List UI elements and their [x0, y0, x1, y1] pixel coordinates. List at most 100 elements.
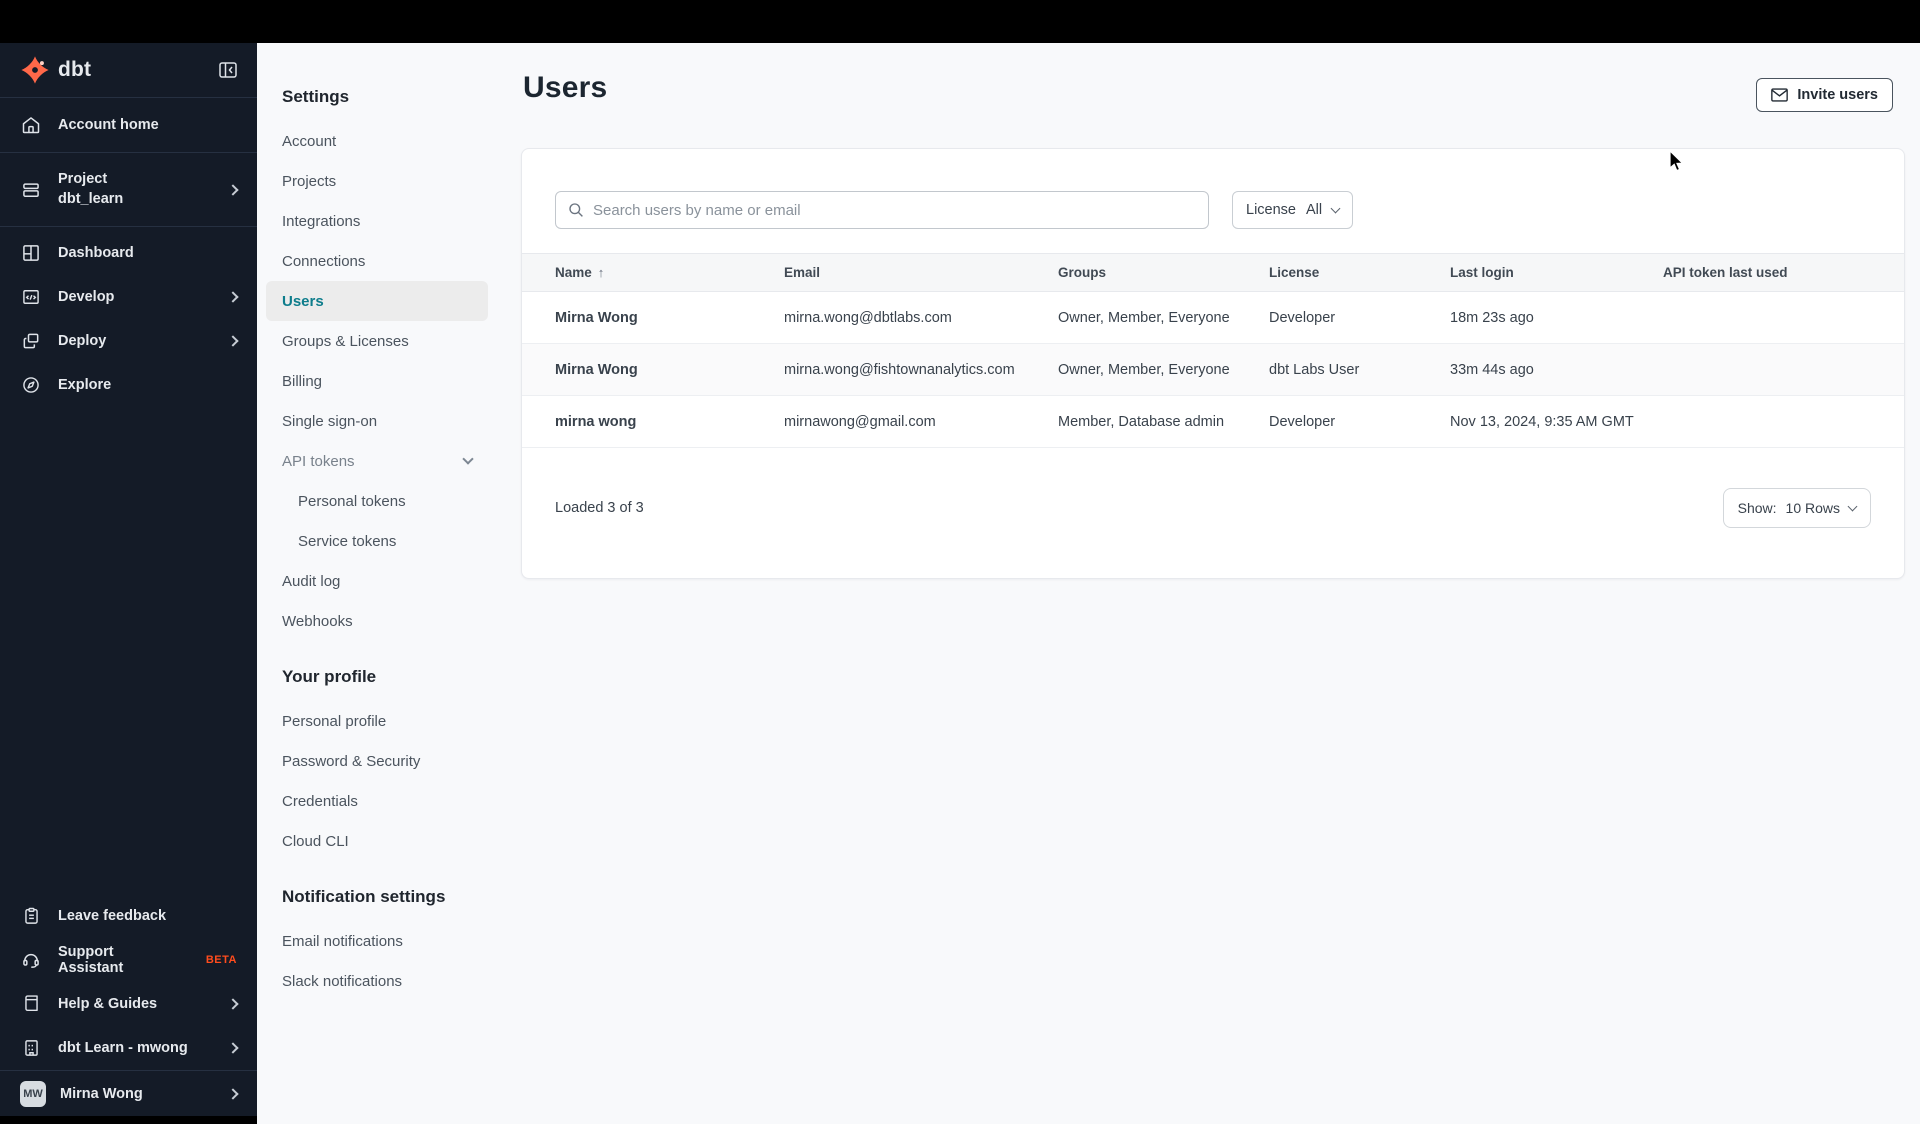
- nav-item-cloud-cli[interactable]: Cloud CLI: [266, 821, 488, 861]
- search-input[interactable]: [593, 201, 1196, 219]
- invite-users-label: Invite users: [1797, 87, 1878, 103]
- nav-item-users[interactable]: Users: [266, 281, 488, 321]
- cell-name: Mirna Wong: [522, 343, 784, 396]
- cell-email: mirna.wong@dbtlabs.com: [784, 291, 1058, 344]
- nav-item-slack-notifications[interactable]: Slack notifications: [266, 961, 488, 1001]
- users-card: License All Name↑ Email Groups: [521, 148, 1905, 579]
- sidebar-item-label: Dashboard: [58, 245, 134, 261]
- project-name: dbt_learn: [58, 190, 124, 207]
- notification-section-title: Notification settings: [282, 887, 446, 906]
- search-icon: [568, 202, 584, 218]
- nav-item-webhooks[interactable]: Webhooks: [266, 601, 488, 641]
- invite-users-button[interactable]: Invite users: [1756, 78, 1893, 112]
- avatar: MW: [20, 1080, 46, 1107]
- cell-last-login: 33m 44s ago: [1450, 343, 1663, 396]
- envelope-icon: [1771, 88, 1789, 102]
- nav-item-account[interactable]: Account: [266, 121, 488, 161]
- sidebar-item-project[interactable]: Project dbt_learn: [0, 153, 257, 227]
- sidebar-item-label: Support Assistant: [58, 944, 124, 976]
- column-header-api-token[interactable]: API token last used: [1663, 253, 1904, 292]
- cell-last-login: Nov 13, 2024, 9:35 AM GMT: [1450, 395, 1663, 448]
- sidebar-item-leave-feedback[interactable]: Leave feedback: [0, 894, 257, 938]
- cell-name: mirna wong: [522, 395, 784, 448]
- page-title: Users: [523, 71, 608, 104]
- top-black-bar: [0, 0, 1920, 43]
- sidebar-item-dashboard[interactable]: Dashboard: [0, 231, 257, 275]
- chevron-down-icon: [462, 453, 474, 465]
- nav-item-groups-licenses[interactable]: Groups & Licenses: [266, 321, 488, 361]
- users-table: Name ↑ Email Groups License Last login AP…: [522, 253, 1904, 448]
- user-search-box: [555, 191, 1209, 229]
- table-row[interactable]: Mirna Wong mirna.wong@dbtlabs.com Owner,…: [522, 291, 1904, 344]
- profile-nav-list: Personal profile Password & Security Cre…: [282, 701, 507, 861]
- bottom-black-strip: [0, 1116, 257, 1124]
- settings-nav: Settings Account Projects Integrations C…: [257, 43, 507, 1124]
- code-icon: [20, 287, 42, 307]
- sidebar-item-label: Develop: [58, 289, 115, 305]
- nav-item-service-tokens[interactable]: Service tokens: [266, 521, 488, 561]
- cell-api-token: [1663, 343, 1904, 396]
- table-row[interactable]: mirna wong mirnawong@gmail.com Member, D…: [522, 395, 1904, 448]
- show-label: Show:: [1737, 500, 1777, 516]
- column-header-email[interactable]: Email: [784, 253, 1058, 292]
- column-header-groups[interactable]: Groups: [1058, 253, 1269, 292]
- clipboard-icon: [20, 906, 42, 926]
- column-header-license[interactable]: License: [1269, 253, 1450, 292]
- sidebar-item-dbt-learn[interactable]: dbt Learn - mwong: [0, 1026, 257, 1070]
- sidebar-item-label: Project: [58, 170, 108, 187]
- cell-groups: Owner, Member, Everyone: [1058, 291, 1269, 344]
- nav-item-single-sign-on[interactable]: Single sign-on: [266, 401, 488, 441]
- sidebar-user-menu[interactable]: MW Mirna Wong: [0, 1070, 257, 1116]
- headset-icon: [20, 950, 42, 970]
- nav-item-audit-log[interactable]: Audit log: [266, 561, 488, 601]
- nav-item-connections[interactable]: Connections: [266, 241, 488, 281]
- chevron-right-icon: [227, 1042, 239, 1054]
- table-row[interactable]: Mirna Wong mirna.wong@fishtownanalytics.…: [522, 343, 1904, 396]
- nav-item-email-notifications[interactable]: Email notifications: [266, 921, 488, 961]
- nav-item-personal-tokens[interactable]: Personal tokens: [266, 481, 488, 521]
- dashboard-icon: [20, 243, 42, 263]
- deploy-icon: [20, 331, 42, 351]
- sidebar-item-account-home[interactable]: Account home: [0, 98, 257, 153]
- sidebar-item-help-guides[interactable]: Help & Guides: [0, 982, 257, 1026]
- chevron-right-icon: [227, 335, 239, 347]
- chevron-right-icon: [227, 291, 239, 303]
- cell-email: mirna.wong@fishtownanalytics.com: [784, 343, 1058, 396]
- cell-email: mirnawong@gmail.com: [784, 395, 1058, 448]
- nav-item-password-security[interactable]: Password & Security: [266, 741, 488, 781]
- table-header-row: Name ↑ Email Groups License Last login AP…: [522, 253, 1904, 292]
- logo-text: dbt: [58, 58, 92, 81]
- nav-item-personal-profile[interactable]: Personal profile: [266, 701, 488, 741]
- column-header-last-login[interactable]: Last login: [1450, 253, 1663, 292]
- cell-api-token: [1663, 291, 1904, 344]
- license-filter-dropdown[interactable]: License All: [1232, 191, 1354, 229]
- project-icon: [20, 180, 42, 200]
- nav-item-billing[interactable]: Billing: [266, 361, 488, 401]
- chevron-right-icon: [227, 1087, 239, 1100]
- sort-asc-icon: ↑: [597, 265, 605, 280]
- book-icon: [20, 994, 42, 1014]
- app-sidebar: dbt Account home Project dbt_learn Dashb…: [0, 43, 257, 1124]
- beta-badge: BETA: [205, 954, 237, 966]
- compass-icon: [20, 375, 42, 395]
- cell-last-login: 18m 23s ago: [1450, 291, 1663, 344]
- collapse-sidebar-icon[interactable]: [219, 62, 237, 78]
- show-value: 10 Rows: [1785, 500, 1840, 516]
- license-filter-value: All: [1305, 202, 1323, 218]
- license-filter-label: License: [1246, 202, 1296, 218]
- chevron-down-icon: [1847, 501, 1858, 512]
- sidebar-item-explore[interactable]: Explore: [0, 363, 257, 407]
- home-icon: [20, 115, 42, 135]
- sidebar-item-deploy[interactable]: Deploy: [0, 319, 257, 363]
- chevron-down-icon: [1330, 203, 1341, 214]
- nav-item-integrations[interactable]: Integrations: [266, 201, 488, 241]
- sidebar-item-support-assistant[interactable]: Support Assistant BETA: [0, 938, 257, 982]
- settings-nav-title: Settings: [282, 87, 350, 106]
- nav-item-credentials[interactable]: Credentials: [266, 781, 488, 821]
- nav-item-projects[interactable]: Projects: [266, 161, 488, 201]
- rows-per-page-dropdown[interactable]: Show: 10 Rows: [1722, 488, 1871, 528]
- nav-item-api-tokens[interactable]: API tokens: [266, 441, 488, 481]
- sidebar-item-develop[interactable]: Develop: [0, 275, 257, 319]
- user-name: Mirna Wong: [60, 1085, 143, 1102]
- column-header-name[interactable]: Name ↑: [522, 253, 784, 292]
